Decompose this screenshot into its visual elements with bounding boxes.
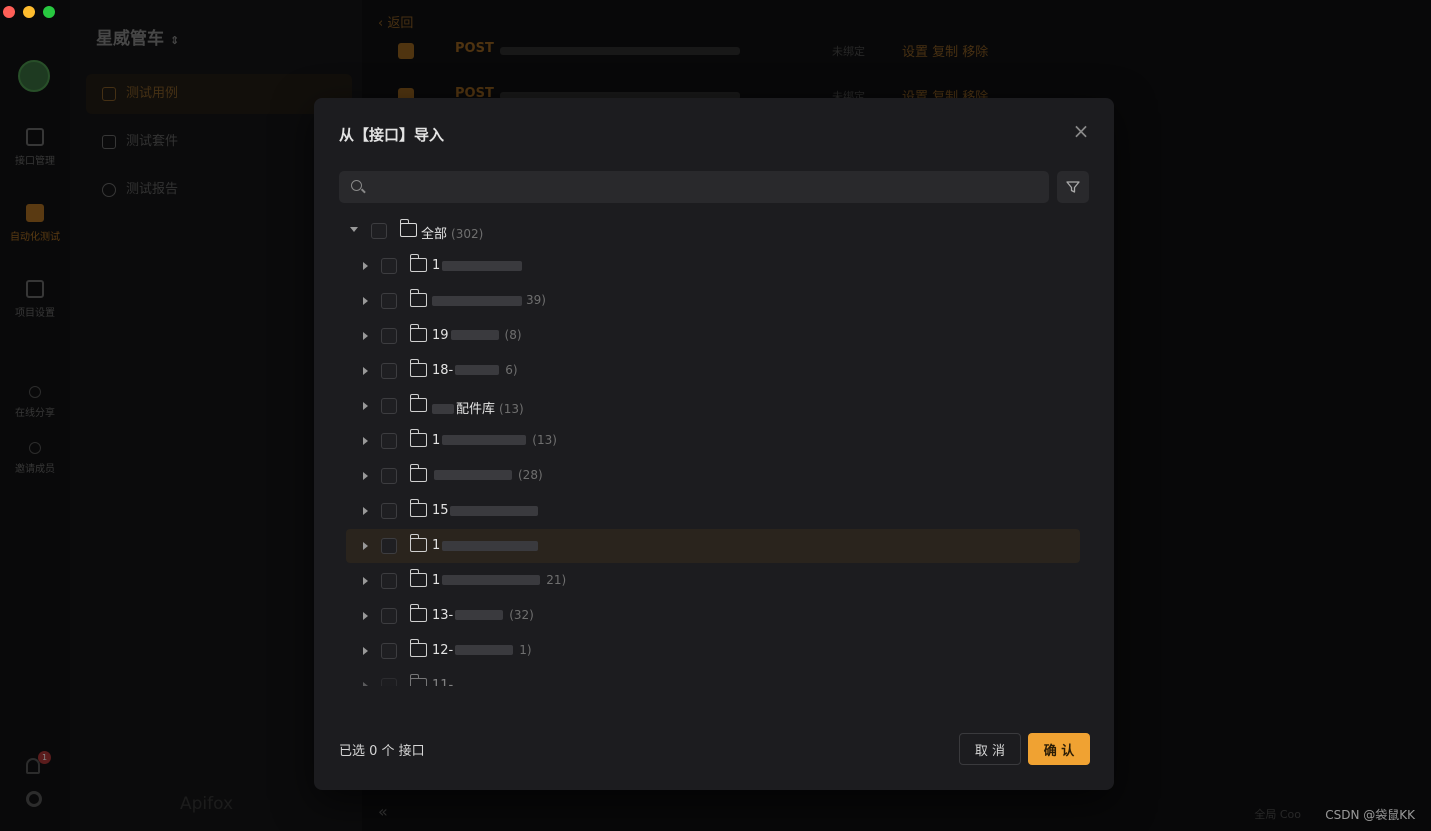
app-window: 接口管理 自动化测试 项目设置 在线分享 邀请成员 1 星威管车⇕ 测试用例 bbox=[0, 0, 1431, 831]
filter-icon bbox=[1066, 181, 1080, 193]
node-label: 13- (32) bbox=[432, 608, 534, 623]
redacted-text bbox=[450, 506, 538, 516]
node-checkbox[interactable] bbox=[381, 503, 397, 519]
caret-right-icon[interactable] bbox=[363, 647, 368, 655]
node-label: 1 (13) bbox=[432, 433, 557, 448]
folder-icon bbox=[409, 359, 427, 377]
folder-icon bbox=[409, 639, 427, 657]
node-checkbox[interactable] bbox=[371, 223, 387, 239]
node-label: 1 21) bbox=[432, 573, 567, 588]
close-icon[interactable]: × bbox=[1070, 120, 1092, 142]
folder-icon bbox=[409, 289, 427, 307]
node-label: 配件库 (13) bbox=[432, 398, 524, 417]
node-checkbox[interactable] bbox=[381, 433, 397, 449]
tree-node[interactable]: 1 21) bbox=[346, 564, 1080, 598]
caret-right-icon[interactable] bbox=[363, 367, 368, 375]
node-checkbox[interactable] bbox=[381, 398, 397, 414]
minimize-window-button[interactable] bbox=[23, 6, 35, 18]
interface-tree: 全部 (302) 1 39) 19 (8) 18- 6) 配件库 (13) 1 … bbox=[346, 214, 1082, 686]
import-dialog: 从【接口】导入 × 全部 (302) 1 39) 19 (8) 18- 6) 配… bbox=[314, 98, 1114, 790]
search-box bbox=[339, 171, 1049, 203]
tree-node[interactable]: 1 bbox=[346, 249, 1080, 283]
caret-down-icon[interactable] bbox=[350, 227, 358, 232]
folder-icon bbox=[409, 254, 427, 272]
folder-open-icon bbox=[399, 219, 417, 237]
folder-icon bbox=[409, 429, 427, 447]
node-checkbox[interactable] bbox=[381, 258, 397, 274]
node-label: 全部 (302) bbox=[421, 227, 484, 242]
node-label: 12- 1) bbox=[432, 643, 532, 658]
folder-icon bbox=[409, 394, 427, 412]
tree-node[interactable]: 19 (8) bbox=[346, 319, 1080, 353]
caret-right-icon[interactable] bbox=[363, 437, 368, 445]
node-checkbox[interactable] bbox=[381, 573, 397, 589]
caret-right-icon[interactable] bbox=[363, 577, 368, 585]
caret-right-icon[interactable] bbox=[363, 262, 368, 270]
caret-right-icon[interactable] bbox=[363, 612, 368, 620]
caret-right-icon[interactable] bbox=[363, 682, 368, 686]
tree-node[interactable]: 11- bbox=[346, 669, 1080, 686]
confirm-button[interactable]: 确 认 bbox=[1028, 733, 1090, 765]
node-label: 19 (8) bbox=[432, 328, 522, 343]
node-checkbox[interactable] bbox=[381, 468, 397, 484]
node-checkbox[interactable] bbox=[381, 293, 397, 309]
tree-node[interactable]: 12- 1) bbox=[346, 634, 1080, 668]
node-checkbox[interactable] bbox=[381, 643, 397, 659]
tree-node-hovered[interactable]: 1 bbox=[346, 529, 1080, 563]
caret-right-icon[interactable] bbox=[363, 472, 368, 480]
folder-icon bbox=[409, 674, 427, 686]
cancel-button[interactable]: 取 消 bbox=[959, 733, 1021, 765]
tree-node[interactable]: 配件库 (13) bbox=[346, 389, 1080, 423]
folder-icon bbox=[409, 534, 427, 552]
node-checkbox[interactable] bbox=[381, 328, 397, 344]
node-label: 39) bbox=[526, 293, 546, 307]
redacted-text bbox=[442, 261, 522, 271]
folder-icon bbox=[409, 604, 427, 622]
dialog-title: 从【接口】导入 bbox=[339, 126, 445, 144]
tree-node[interactable]: 15 bbox=[346, 494, 1080, 528]
caret-right-icon[interactable] bbox=[363, 402, 368, 410]
filter-button[interactable] bbox=[1057, 171, 1089, 203]
node-label: 11- bbox=[432, 678, 454, 686]
redacted-text bbox=[432, 296, 522, 306]
node-checkbox[interactable] bbox=[381, 608, 397, 624]
selected-count: 已选 0 个 接口 bbox=[339, 744, 425, 759]
search-icon bbox=[351, 180, 362, 191]
folder-icon bbox=[409, 499, 427, 517]
caret-right-icon[interactable] bbox=[363, 542, 368, 550]
window-controls bbox=[3, 6, 55, 18]
caret-right-icon[interactable] bbox=[363, 332, 368, 340]
folder-icon bbox=[409, 569, 427, 587]
caret-right-icon[interactable] bbox=[363, 297, 368, 305]
tree-node[interactable]: 18- 6) bbox=[346, 354, 1080, 388]
tree-node[interactable]: (28) bbox=[346, 459, 1080, 493]
node-label: 18- 6) bbox=[432, 363, 518, 378]
close-window-button[interactable] bbox=[3, 6, 15, 18]
folder-icon bbox=[409, 464, 427, 482]
caret-right-icon[interactable] bbox=[363, 507, 368, 515]
tree-node[interactable]: 13- (32) bbox=[346, 599, 1080, 633]
redacted-text bbox=[442, 541, 538, 551]
maximize-window-button[interactable] bbox=[43, 6, 55, 18]
tree-node[interactable]: 1 (13) bbox=[346, 424, 1080, 458]
folder-icon bbox=[409, 324, 427, 342]
node-checkbox[interactable] bbox=[381, 538, 397, 554]
tree-node[interactable]: 39) bbox=[346, 284, 1080, 318]
node-checkbox[interactable] bbox=[381, 363, 397, 379]
tree-node-root[interactable]: 全部 (302) bbox=[346, 214, 1080, 248]
search-input[interactable] bbox=[371, 171, 1041, 203]
node-label: (28) bbox=[432, 468, 543, 483]
node-checkbox[interactable] bbox=[381, 678, 397, 686]
